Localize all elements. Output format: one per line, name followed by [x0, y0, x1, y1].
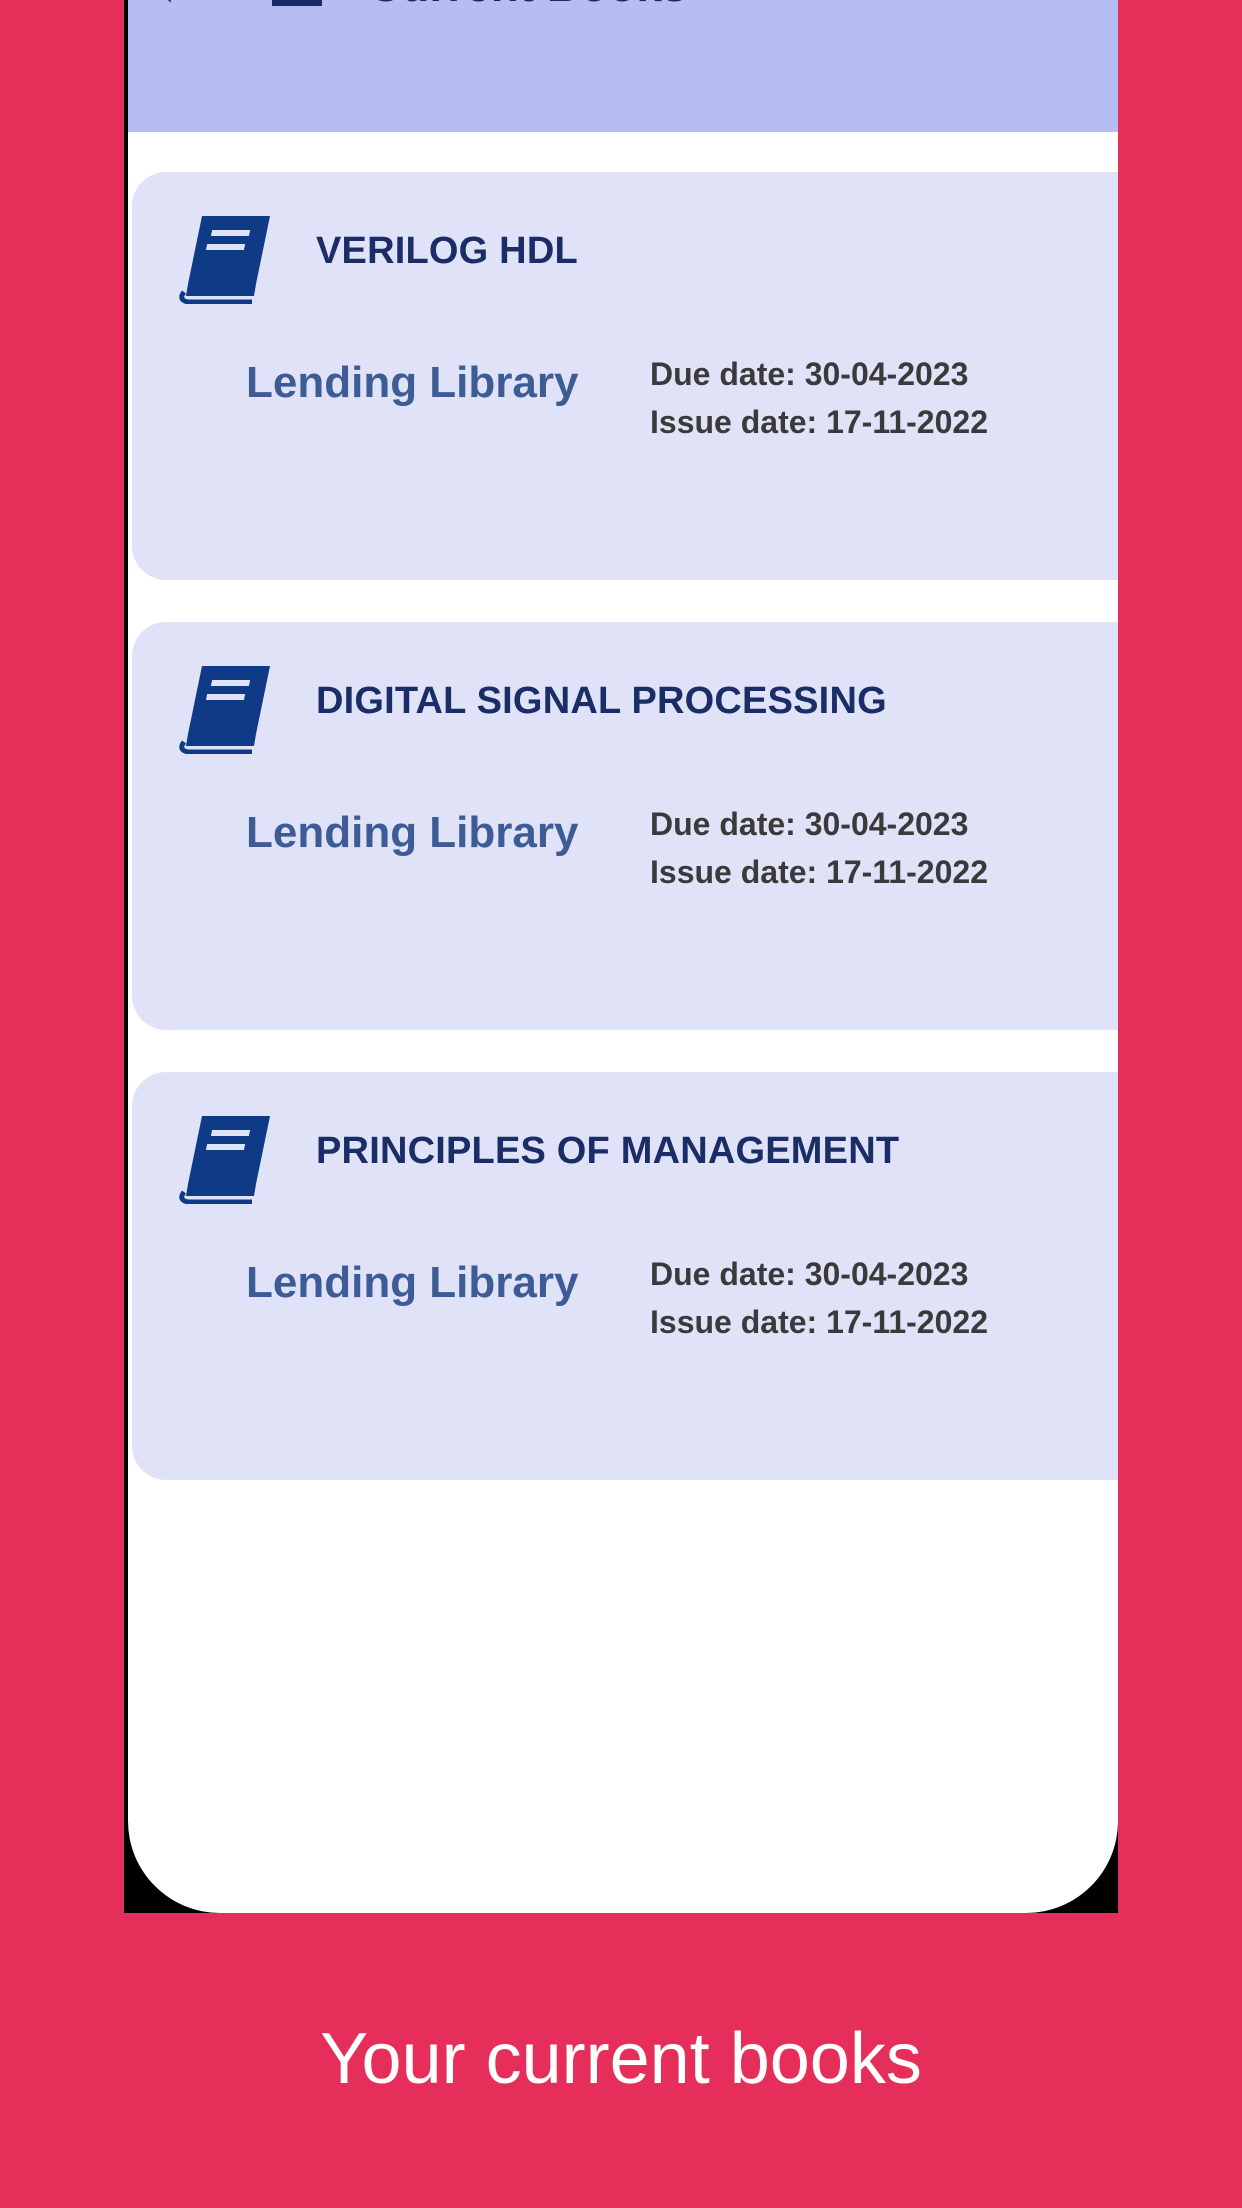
- book-card[interactable]: VERILOG HDL Lending Library Due date: 30…: [132, 172, 1118, 580]
- book-dates: Due date: 30-04-2023 Issue date: 17-11-2…: [650, 800, 988, 896]
- book-icon: [179, 216, 270, 304]
- issue-date: Issue date: 17-11-2022: [650, 1304, 988, 1340]
- app-bar: ‹ Current Books: [128, 0, 1118, 132]
- book-title: VERILOG HDL: [316, 230, 578, 272]
- library-name: Lending Library: [246, 808, 579, 857]
- menu-icon[interactable]: [272, 0, 322, 8]
- library-name: Lending Library: [246, 1258, 579, 1307]
- book-title: DIGITAL SIGNAL PROCESSING: [316, 680, 887, 722]
- issue-date: Issue date: 17-11-2022: [650, 854, 988, 890]
- book-card[interactable]: PRINCIPLES OF MANAGEMENT Lending Library…: [132, 1072, 1118, 1480]
- book-icon: [179, 666, 270, 754]
- page-title: Current Books: [368, 0, 687, 10]
- promo-stage: ‹ Current Books VERILOG HDL Len: [0, 0, 1242, 2208]
- phone-frame: ‹ Current Books VERILOG HDL Len: [124, 0, 1118, 1913]
- due-date: Due date: 30-04-2023: [650, 356, 969, 392]
- book-title: PRINCIPLES OF MANAGEMENT: [316, 1130, 900, 1172]
- back-arrow-icon[interactable]: ‹: [156, 0, 204, 14]
- issue-date: Issue date: 17-11-2022: [650, 404, 988, 440]
- promo-caption: Your current books: [320, 2019, 922, 2099]
- book-icon: [179, 1116, 270, 1204]
- book-card[interactable]: DIGITAL SIGNAL PROCESSING Lending Librar…: [132, 622, 1118, 1030]
- due-date: Due date: 30-04-2023: [650, 1256, 969, 1292]
- due-date: Due date: 30-04-2023: [650, 806, 969, 842]
- phone-screen: ‹ Current Books VERILOG HDL Len: [128, 0, 1118, 1913]
- book-dates: Due date: 30-04-2023 Issue date: 17-11-2…: [650, 1250, 988, 1346]
- current-books-list: VERILOG HDL Lending Library Due date: 30…: [128, 172, 1118, 1522]
- book-dates: Due date: 30-04-2023 Issue date: 17-11-2…: [650, 350, 988, 446]
- library-name: Lending Library: [246, 358, 579, 407]
